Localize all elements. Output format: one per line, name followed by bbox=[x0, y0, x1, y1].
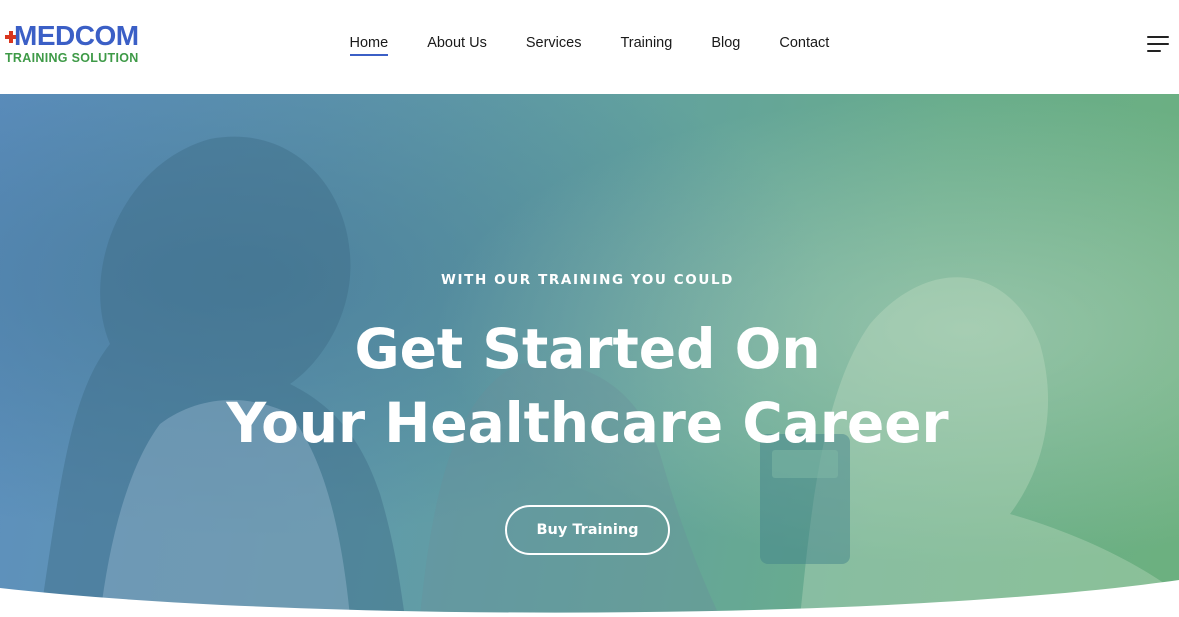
nav-item-services[interactable]: Services bbox=[506, 30, 601, 56]
site-header: MEDCOM TRAINING SOLUTION Home About Us S… bbox=[0, 0, 1179, 94]
nav-item-training[interactable]: Training bbox=[601, 30, 692, 56]
nav-item-about-us[interactable]: About Us bbox=[408, 30, 507, 56]
logo-top-text: MEDCOM bbox=[14, 20, 139, 51]
nav-item-home[interactable]: Home bbox=[330, 30, 408, 56]
logo-tagline: TRAINING SOLUTION bbox=[5, 51, 139, 65]
hero-bottom-curve bbox=[0, 580, 1179, 617]
hamburger-menu-icon[interactable] bbox=[1147, 34, 1171, 54]
hero-headline: Get Started On Your Healthcare Career bbox=[0, 312, 1175, 460]
site-logo[interactable]: MEDCOM TRAINING SOLUTION bbox=[4, 22, 154, 66]
nav-item-blog[interactable]: Blog bbox=[692, 30, 760, 56]
logo-wordmark: MEDCOM bbox=[4, 22, 154, 50]
hero-headline-line-1: Get Started On bbox=[354, 317, 821, 381]
hero-eyebrow: WITH OUR TRAINING YOU COULD bbox=[441, 272, 734, 288]
buy-training-button[interactable]: Buy Training bbox=[505, 505, 670, 555]
hero-headline-line-2: Your Healthcare Career bbox=[226, 391, 949, 455]
hero-section: WITH OUR TRAINING YOU COULD Get Started … bbox=[0, 94, 1179, 617]
main-nav: Home About Us Services Training Blog Con… bbox=[330, 30, 849, 56]
nav-item-contact[interactable]: Contact bbox=[760, 30, 849, 56]
